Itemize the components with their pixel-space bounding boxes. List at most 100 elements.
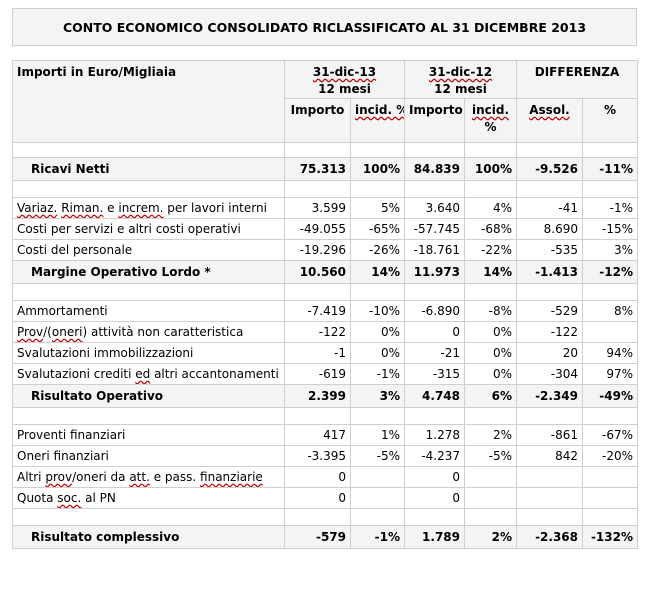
cell-v1: -49.055 [284,218,351,240]
row-label: Svalutazioni crediti ed altri accantonam… [12,363,285,385]
cell-i2: -5% [464,445,517,467]
row-group1-0: Variaz. Riman. e increm. per lavori inte… [12,197,638,219]
row-risultato-complessivo: Risultato complessivo -579 -1% 1.789 2% … [12,525,638,549]
gap-row [12,180,638,198]
row-group1-2: Costi del personale -19.296 -26% -18.761… [12,239,638,261]
row-risultato-operativo: Risultato Operativo 2.399 3% 4.748 6% -2… [12,384,638,408]
row-group2-1: Prov/(oneri) attività non caratteristica… [12,321,638,343]
row-group3-1: Oneri finanziari -3.395 -5% -4.237 -5% 8… [12,445,638,467]
subheader-incid-2-pct: % [484,120,497,134]
row-label: Altri prov/oneri da att. e pass. finanzi… [12,466,285,488]
cell-i1: -10% [350,300,405,322]
row-label: Quota soc. al PN [12,487,285,509]
header-col1: 31-dic-13 12 mesi [284,60,405,99]
cell-pct: 97% [582,363,638,385]
cell-v2: -18.761 [404,239,465,261]
cell-diff [516,487,583,509]
cell-pct: -132% [582,525,638,549]
cell-pct: -49% [582,384,638,408]
cell-pct: -20% [582,445,638,467]
row-label: Svalutazioni immobilizzazioni [12,342,285,364]
row-label: Costi del personale [12,239,285,261]
cell-v2: -315 [404,363,465,385]
cell-i1: -65% [350,218,405,240]
cell-i2: -68% [464,218,517,240]
cell-i2: 14% [464,260,517,284]
cell-v1: 0 [284,487,351,509]
cell-i2: 0% [464,363,517,385]
cell-i1 [350,487,405,509]
cell-v1: 3.599 [284,197,351,219]
subheader-incid-2-text: incid. [471,103,510,117]
gap-row [12,407,638,425]
cell-v2: 0 [404,466,465,488]
cell-i2: 0% [464,342,517,364]
cell-v2: 4.748 [404,384,465,408]
gap-row [12,283,638,301]
cell-v2: 84.839 [404,157,465,181]
cell-i1 [350,466,405,488]
cell-diff: 8.690 [516,218,583,240]
cell-diff: 842 [516,445,583,467]
cell-i2: 2% [464,525,517,549]
cell-diff: -2.349 [516,384,583,408]
cell-pct [582,487,638,509]
header-col2-date: 31-dic-12 [428,65,493,79]
cell-i1: 100% [350,157,405,181]
subheader-importo-1: Importo [284,98,351,143]
cell-pct: 94% [582,342,638,364]
cell-i2: 100% [464,157,517,181]
cell-v2: 11.973 [404,260,465,284]
cell-i1: 14% [350,260,405,284]
cell-i1: 3% [350,384,405,408]
header-diff: DIFFERENZA [516,60,638,99]
cell-v1: -3.395 [284,445,351,467]
cell-i1: -1% [350,363,405,385]
gap-row [12,508,638,526]
cell-diff: -529 [516,300,583,322]
cell-pct: -15% [582,218,638,240]
subheader-pct: % [582,98,638,143]
cell-v2: -6.890 [404,300,465,322]
cell-diff: -2.368 [516,525,583,549]
header-col2: 31-dic-12 12 mesi [404,60,517,99]
cell-diff [516,466,583,488]
cell-v2: 3.640 [404,197,465,219]
subheader-incid-2: incid. % [464,98,517,143]
cell-pct: -67% [582,424,638,446]
subheader-assol: Assol. [516,98,583,143]
header-col1-period: 12 mesi [318,82,371,96]
cell-diff: -122 [516,321,583,343]
cell-i2 [464,466,517,488]
income-statement-table: Importi in Euro/Migliaia 31-dic-13 12 me… [12,60,638,549]
cell-v1: 417 [284,424,351,446]
cell-i2: 2% [464,424,517,446]
cell-v1: -122 [284,321,351,343]
header-col1-date: 31-dic-13 [312,65,377,79]
cell-i1: 1% [350,424,405,446]
cell-v1: -19.296 [284,239,351,261]
row-label: Prov/(oneri) attività non caratteristica [12,321,285,343]
row-group2-3: Svalutazioni crediti ed altri accantonam… [12,363,638,385]
subheader-incid-1-text: incid. % [355,103,405,117]
cell-pct [582,321,638,343]
row-margine-operativo-lordo: Margine Operativo Lordo * 10.560 14% 11.… [12,260,638,284]
row-group2-2: Svalutazioni immobilizzazioni -1 0% -21 … [12,342,638,364]
cell-v1: 75.313 [284,157,351,181]
cell-i2: -22% [464,239,517,261]
cell-diff: 20 [516,342,583,364]
row-label: Proventi finanziari [12,424,285,446]
cell-v2: 1.278 [404,424,465,446]
cell-pct: -11% [582,157,638,181]
header-label: Importi in Euro/Migliaia [12,60,285,143]
row-label: Ricavi Netti [12,157,285,181]
cell-diff: -41 [516,197,583,219]
report-title: CONTO ECONOMICO CONSOLIDATO RICLASSIFICA… [12,8,637,46]
cell-i1: 0% [350,321,405,343]
cell-i2 [464,487,517,509]
cell-i1: -26% [350,239,405,261]
cell-v2: -57.745 [404,218,465,240]
cell-pct: -1% [582,197,638,219]
cell-diff: -861 [516,424,583,446]
cell-pct: 8% [582,300,638,322]
